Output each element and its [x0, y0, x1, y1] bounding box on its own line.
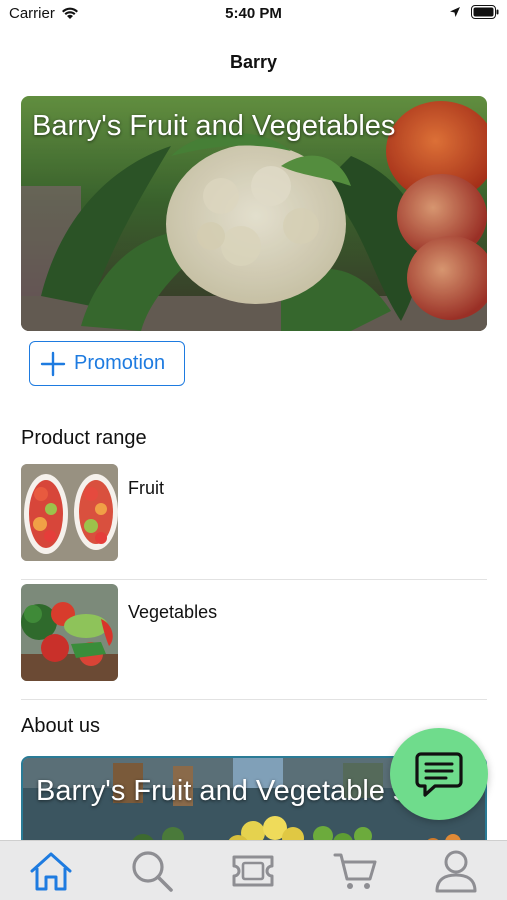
fruit-thumbnail	[21, 464, 118, 561]
status-bar: Carrier 5:40 PM	[0, 0, 507, 30]
hero-title: Barry's Fruit and Vegetables	[32, 110, 396, 142]
home-icon	[30, 852, 72, 890]
product-name-vegetables: Vegetables	[128, 602, 218, 622]
promotion-button[interactable]: Promotion	[29, 341, 185, 386]
location-arrow-icon	[450, 7, 460, 17]
plus-icon	[40, 351, 66, 376]
ticket-icon	[232, 855, 274, 886]
battery-icon	[471, 5, 499, 19]
search-icon	[132, 850, 173, 892]
about-us-title: About us	[21, 715, 100, 737]
profile-icon	[435, 850, 477, 892]
tab-search[interactable]	[122, 843, 182, 899]
chat-icon	[415, 752, 463, 797]
product-item-vegetables[interactable]: Vegetables	[21, 584, 487, 700]
page-title: Barry	[229, 52, 278, 72]
status-time: 5:40 PM	[225, 5, 282, 22]
vegetables-thumbnail	[21, 584, 118, 681]
product-name-fruit: Fruit	[128, 478, 164, 498]
hero-banner[interactable]: Barry's Fruit and Vegetables	[21, 96, 487, 331]
tab-profile[interactable]	[426, 843, 486, 899]
status-right	[449, 5, 499, 19]
tab-home[interactable]	[21, 843, 81, 899]
promotion-label: Promotion	[74, 352, 166, 374]
product-item-fruit[interactable]: Fruit	[21, 464, 487, 580]
chat-button[interactable]	[390, 728, 488, 820]
tab-tickets[interactable]	[223, 843, 283, 899]
product-range-title: Product range	[21, 427, 147, 449]
tab-bar	[0, 840, 507, 900]
tab-cart[interactable]	[325, 843, 385, 899]
cart-icon	[333, 853, 377, 889]
